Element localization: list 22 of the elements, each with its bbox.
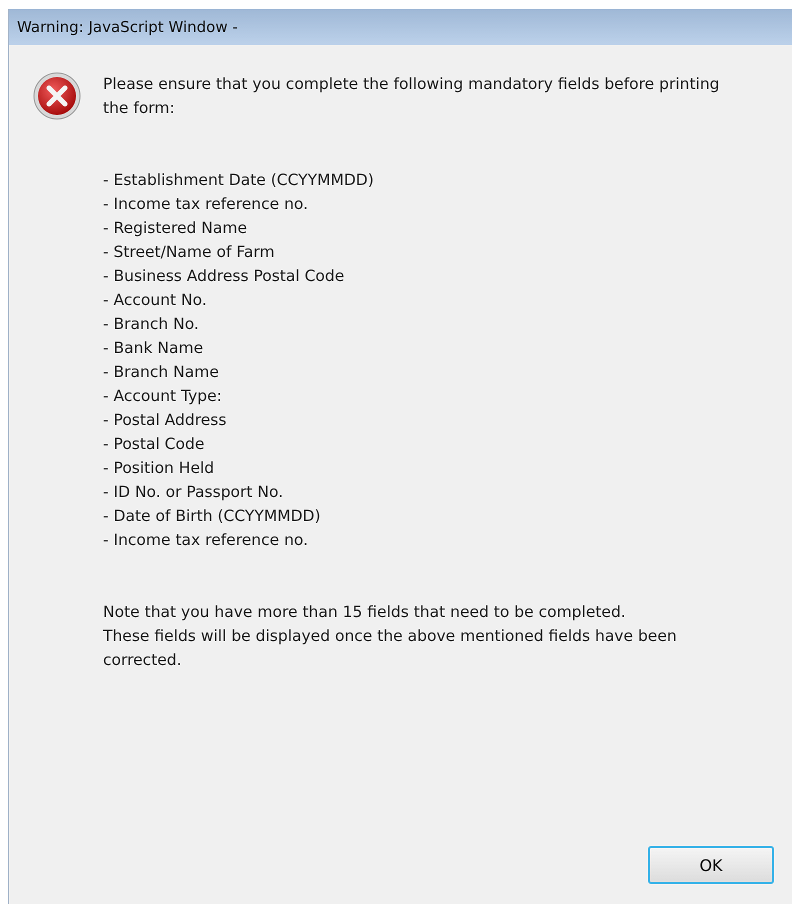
field-list-item: - Account Type: bbox=[103, 386, 223, 407]
field-list-item: - ID No. or Passport No. bbox=[103, 482, 284, 503]
ok-button[interactable]: OK bbox=[648, 846, 774, 884]
window-title: Warning: JavaScript Window - bbox=[17, 18, 238, 36]
message-text: Please ensure that you complete the following mandatory fields before printing the form: bbox=[103, 74, 721, 119]
note-text: These fields will be displayed once the above mentioned fields have been corrected. bbox=[103, 626, 678, 671]
field-list-item: - Registered Name bbox=[103, 218, 248, 239]
field-list-item: - Date of Birth (CCYYMMDD) bbox=[103, 506, 322, 527]
field-list-item: - Bank Name bbox=[103, 338, 204, 359]
note-text: Note that you have more than 15 fields that need to be completed. bbox=[103, 602, 627, 623]
field-list-item: - Street/Name of Farm bbox=[103, 242, 276, 263]
field-list-item: - Postal Address bbox=[103, 410, 228, 431]
field-list-item: - Position Held bbox=[103, 458, 216, 479]
field-list-item: - Branch No. bbox=[103, 314, 200, 335]
field-list-item: - Establishment Date (CCYYMMDD) bbox=[103, 170, 375, 191]
field-list-item: - Postal Code bbox=[103, 434, 206, 455]
field-list-item: - Account No. bbox=[103, 290, 208, 311]
field-list-item: - Business Address Postal Code bbox=[103, 266, 346, 287]
field-list-item: - Income tax reference no. bbox=[103, 194, 310, 215]
field-list-item: - Branch Name bbox=[103, 362, 220, 383]
error-icon bbox=[33, 72, 81, 120]
field-list-item: - Income tax reference no. bbox=[103, 530, 310, 551]
